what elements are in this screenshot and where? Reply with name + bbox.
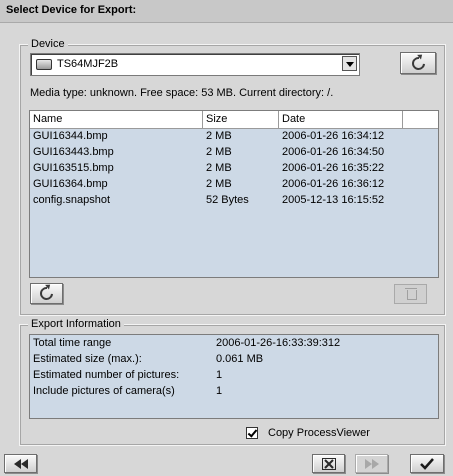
table-row[interactable]: GUI16364.bmp 2 MB 2006-01-26 16:36:12 [30, 177, 438, 193]
file-date: 2006-01-26 16:34:50 [282, 146, 385, 158]
copy-processviewer-checkbox[interactable] [246, 427, 258, 439]
refresh-device-button[interactable] [400, 52, 436, 74]
table-row[interactable]: GUI163515.bmp 2 MB 2006-01-26 16:35:22 [30, 161, 438, 177]
file-date: 2005-12-13 16:15:52 [282, 194, 385, 206]
export-info-group-title: Export Information [28, 318, 124, 330]
file-date: 2006-01-26 16:36:12 [282, 178, 385, 190]
media-info: Media type: unknown. Free space: 53 MB. … [30, 87, 334, 99]
file-name: config.snapshot [33, 194, 111, 206]
export-info-panel: Total time range 2006-01-26-16:33:39:312… [29, 334, 439, 419]
title-bar: Select Device for Export: [0, 0, 453, 23]
table-row[interactable]: GUI16344.bmp 2 MB 2006-01-26 16:34:12 [30, 129, 438, 145]
back-button[interactable] [4, 454, 37, 473]
export-info-label: Estimated number of pictures: [33, 369, 180, 381]
ok-button[interactable] [410, 454, 444, 473]
file-date: 2006-01-26 16:34:12 [282, 130, 385, 142]
file-name: GUI163515.bmp [33, 162, 114, 174]
file-size: 2 MB [206, 130, 232, 142]
file-name: GUI16344.bmp [33, 130, 108, 142]
trash-icon [405, 288, 417, 289]
device-select-value: TS64MJF2B [57, 58, 119, 70]
file-size: 2 MB [206, 146, 232, 158]
export-info-value: 1 [216, 385, 223, 397]
cancel-button[interactable] [312, 454, 345, 473]
refresh-icon [37, 284, 56, 303]
drive-icon [36, 59, 52, 70]
file-table: Name Size Date GUI16344.bmp 2 MB 2006-01… [29, 110, 439, 278]
file-date: 2006-01-26 16:35:22 [282, 162, 385, 174]
fast-forward-icon [364, 458, 379, 469]
rewind-icon [13, 458, 28, 469]
checkmark-icon [420, 457, 434, 470]
device-group-title: Device [28, 38, 68, 50]
export-info-label: Estimated size (max.): [33, 353, 142, 365]
export-dialog: Select Device for Export: Device TS64MJF… [0, 0, 453, 476]
file-name: GUI16364.bmp [33, 178, 108, 190]
export-info-label: Include pictures of camera(s) [33, 385, 175, 397]
file-size: 2 MB [206, 162, 232, 174]
column-header-name[interactable]: Name [30, 111, 203, 128]
file-table-header: Name Size Date [30, 111, 438, 129]
window-title: Select Device for Export: [6, 4, 137, 16]
file-size: 2 MB [206, 178, 232, 190]
refresh-icon [408, 53, 428, 73]
table-row[interactable]: config.snapshot 52 Bytes 2005-12-13 16:1… [30, 193, 438, 209]
chevron-down-icon[interactable] [342, 56, 357, 71]
file-name: GUI163443.bmp [33, 146, 114, 158]
column-header-size[interactable]: Size [203, 111, 279, 128]
refresh-list-button[interactable] [30, 283, 63, 304]
column-header-date[interactable]: Date [279, 111, 403, 128]
export-info-label: Total time range [33, 337, 112, 349]
export-info-value: 2006-01-26-16:33:39:312 [216, 337, 341, 349]
export-info-value: 0.061 MB [216, 353, 264, 365]
export-info-value: 1 [216, 369, 223, 381]
file-size: 52 Bytes [206, 194, 249, 206]
delete-button[interactable] [394, 284, 427, 304]
cancel-icon [321, 457, 336, 470]
copy-processviewer-label: Copy ProcessViewer [268, 427, 370, 439]
device-select[interactable]: TS64MJF2B [30, 53, 360, 76]
table-row[interactable]: GUI163443.bmp 2 MB 2006-01-26 16:34:50 [30, 145, 438, 161]
forward-button[interactable] [355, 454, 388, 473]
